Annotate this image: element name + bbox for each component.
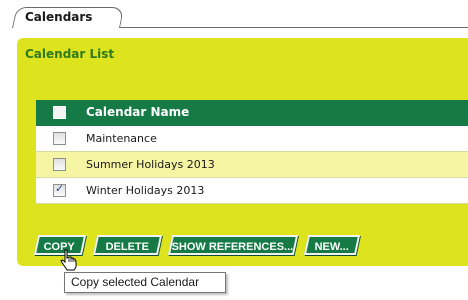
new-button-label: NEW... (314, 241, 349, 253)
show-references-button-label: SHOW REFERENCES... (171, 241, 294, 253)
delete-button-label: DELETE (105, 241, 149, 253)
row-checkbox[interactable] (53, 158, 66, 171)
panel-title: Calendar List (25, 47, 115, 61)
hand-cursor-icon (60, 249, 77, 271)
table-row[interactable]: Maintenance (36, 126, 468, 152)
show-references-button[interactable]: SHOW REFERENCES... (167, 235, 299, 255)
calendar-name: Maintenance (86, 132, 157, 145)
checkmark-icon: ✓ (55, 182, 65, 195)
copy-tooltip: Copy selected Calendar (64, 272, 226, 293)
row-checkbox[interactable]: ✓ (53, 182, 66, 197)
table-row[interactable]: ✓ Winter Holidays 2013 (36, 178, 468, 204)
tab-calendars-label: Calendars (25, 10, 93, 24)
delete-button[interactable]: DELETE (92, 235, 163, 255)
table-row[interactable]: Summer Holidays 2013 (36, 152, 468, 178)
column-header-calendar-name[interactable]: Calendar Name (86, 105, 189, 119)
new-button[interactable]: NEW... (303, 235, 361, 255)
calendar-name: Winter Holidays 2013 (86, 184, 205, 197)
select-all-checkbox[interactable] (53, 106, 66, 119)
table-header: Calendar Name (36, 100, 468, 126)
calendar-name: Summer Holidays 2013 (86, 158, 215, 171)
calendar-table: Calendar Name Maintenance Summer Holiday… (36, 100, 468, 204)
row-checkbox[interactable] (53, 132, 66, 145)
